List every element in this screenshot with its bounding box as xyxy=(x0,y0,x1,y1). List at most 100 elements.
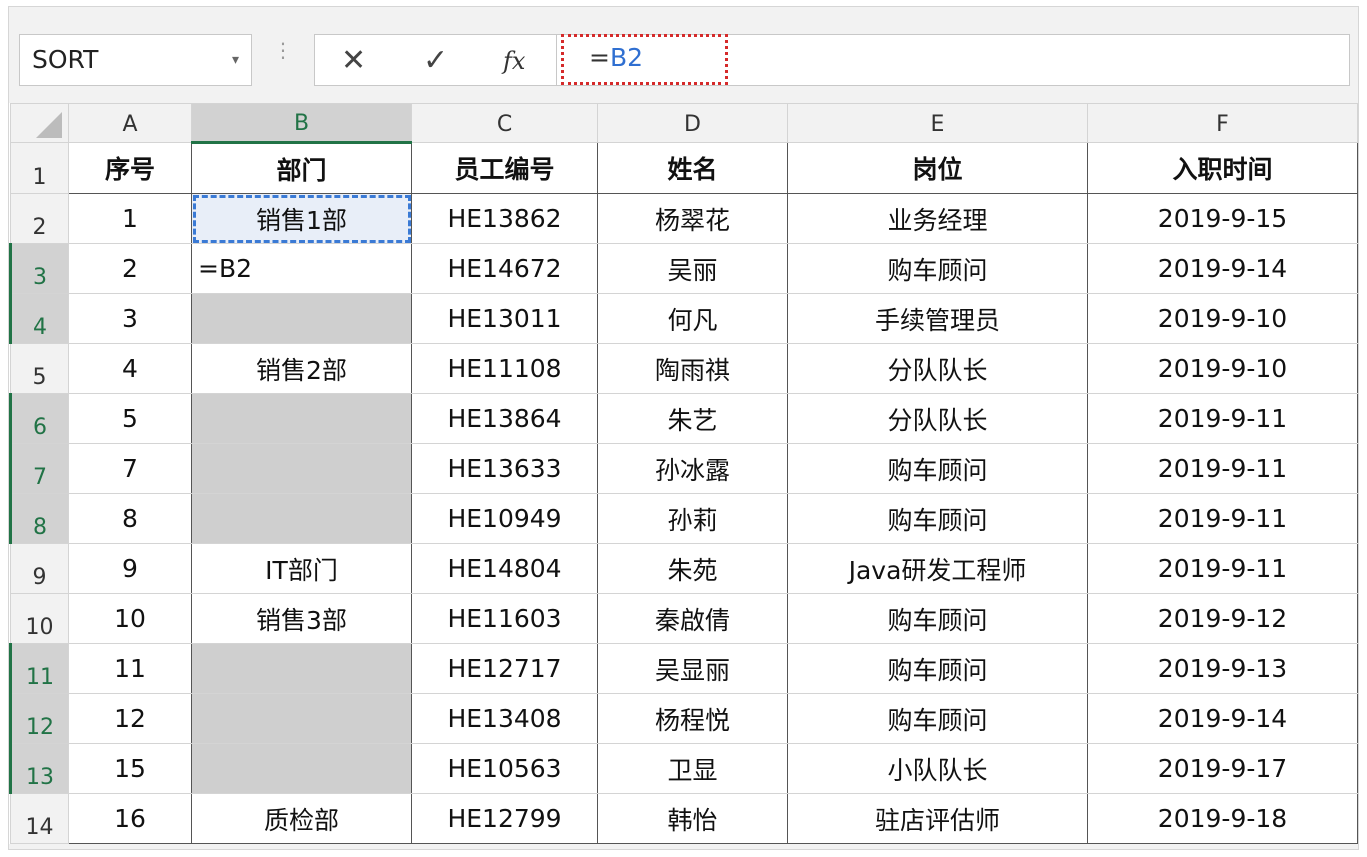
row-header[interactable]: 7 xyxy=(9,443,69,494)
cell[interactable]: 11 xyxy=(68,643,192,694)
cell[interactable]: 购车顾问 xyxy=(787,693,1088,744)
cell[interactable]: 1 xyxy=(68,193,192,244)
row-header[interactable]: 8 xyxy=(9,493,69,544)
cell[interactable]: 购车顾问 xyxy=(787,593,1088,644)
cell[interactable]: HE12799 xyxy=(411,793,598,844)
cell[interactable] xyxy=(191,493,412,544)
cell[interactable]: 分队队长 xyxy=(787,343,1088,394)
cell[interactable] xyxy=(191,743,412,794)
row-header[interactable]: 11 xyxy=(9,643,69,694)
row-header[interactable]: 9 xyxy=(10,543,69,594)
cell[interactable]: 2019-9-10 xyxy=(1087,343,1358,394)
cell[interactable]: 购车顾问 xyxy=(787,243,1088,294)
enter-icon[interactable]: ✓ xyxy=(423,41,448,81)
row-header[interactable]: 13 xyxy=(9,743,69,794)
cell[interactable] xyxy=(191,443,412,494)
column-header-a[interactable]: A xyxy=(68,103,192,143)
cell[interactable]: 分队队长 xyxy=(787,393,1088,444)
column-header-b[interactable]: B xyxy=(191,103,412,144)
cell[interactable]: 2019-9-17 xyxy=(1087,743,1358,794)
cell[interactable]: 12 xyxy=(68,693,192,744)
active-cell[interactable]: 销售1部 xyxy=(191,193,412,244)
cell[interactable]: HE13011 xyxy=(411,293,598,344)
cell[interactable]: 小队队长 xyxy=(787,743,1088,794)
cell[interactable]: 入职时间 xyxy=(1087,142,1358,194)
cell[interactable]: 8 xyxy=(68,493,192,544)
cell[interactable]: 何凡 xyxy=(597,293,788,344)
row-header[interactable]: 14 xyxy=(10,793,69,844)
name-box[interactable]: SORT ▾ xyxy=(19,34,252,86)
cell[interactable]: 购车顾问 xyxy=(787,443,1088,494)
column-header-e[interactable]: E xyxy=(787,103,1088,143)
cell[interactable]: 5 xyxy=(68,393,192,444)
cell[interactable]: 2019-9-12 xyxy=(1087,593,1358,644)
cell[interactable]: 吴丽 xyxy=(597,243,788,294)
cell[interactable]: 4 xyxy=(68,343,192,394)
cell[interactable] xyxy=(191,393,412,444)
row-header[interactable]: 12 xyxy=(9,693,69,744)
cell[interactable]: 驻店评估师 xyxy=(787,793,1088,844)
cell[interactable]: 杨程悦 xyxy=(597,693,788,744)
cell[interactable]: 手续管理员 xyxy=(787,293,1088,344)
row-header[interactable]: 3 xyxy=(9,243,69,294)
cell[interactable]: 2 xyxy=(68,243,192,294)
cell[interactable]: 2019-9-11 xyxy=(1087,443,1358,494)
column-header-d[interactable]: D xyxy=(597,103,788,143)
cell[interactable]: HE12717 xyxy=(411,643,598,694)
cell[interactable]: 姓名 xyxy=(597,142,788,194)
cell[interactable]: 陶雨祺 xyxy=(597,343,788,394)
cell[interactable]: 2019-9-13 xyxy=(1087,643,1358,694)
row-header[interactable]: 2 xyxy=(10,193,69,244)
editing-cell[interactable]: =B2 xyxy=(191,243,412,294)
select-all-corner[interactable] xyxy=(10,103,69,143)
cell[interactable]: HE13862 xyxy=(411,193,598,244)
cell[interactable]: 购车顾问 xyxy=(787,643,1088,694)
cell[interactable]: 序号 xyxy=(68,142,192,194)
cell[interactable]: 销售3部 xyxy=(191,593,412,644)
cell[interactable]: HE10949 xyxy=(411,493,598,544)
cell[interactable]: IT部门 xyxy=(191,543,412,594)
cell[interactable]: 朱艺 xyxy=(597,393,788,444)
cell[interactable]: 孙莉 xyxy=(597,493,788,544)
cell[interactable]: Java研发工程师 xyxy=(787,543,1088,594)
cell[interactable]: 10 xyxy=(68,593,192,644)
cell[interactable]: HE11108 xyxy=(411,343,598,394)
cell[interactable]: 卫显 xyxy=(597,743,788,794)
cell[interactable]: 7 xyxy=(68,443,192,494)
row-header[interactable]: 6 xyxy=(9,393,69,444)
cell[interactable]: 吴显丽 xyxy=(597,643,788,694)
row-header[interactable]: 10 xyxy=(10,593,69,644)
cell[interactable]: 业务经理 xyxy=(787,193,1088,244)
insert-function-icon[interactable]: fx xyxy=(503,41,525,81)
cell[interactable]: 购车顾问 xyxy=(787,493,1088,544)
cell[interactable]: 2019-9-14 xyxy=(1087,243,1358,294)
cell[interactable]: 岗位 xyxy=(787,142,1088,194)
cell[interactable]: 2019-9-10 xyxy=(1087,293,1358,344)
cell[interactable]: HE11603 xyxy=(411,593,598,644)
cell[interactable]: 16 xyxy=(68,793,192,844)
cell[interactable]: 朱苑 xyxy=(597,543,788,594)
cell[interactable]: 2019-9-11 xyxy=(1087,493,1358,544)
cell[interactable]: HE14804 xyxy=(411,543,598,594)
row-header[interactable]: 5 xyxy=(10,343,69,394)
cell[interactable]: 9 xyxy=(68,543,192,594)
drag-handle-icon[interactable]: ⋮ xyxy=(273,40,293,60)
cell[interactable]: 部门 xyxy=(191,142,412,194)
cell[interactable]: HE13633 xyxy=(411,443,598,494)
cell[interactable] xyxy=(191,293,412,344)
cell[interactable]: HE13864 xyxy=(411,393,598,444)
cell[interactable]: HE10563 xyxy=(411,743,598,794)
row-header[interactable]: 4 xyxy=(9,293,69,344)
column-header-c[interactable]: C xyxy=(411,103,598,143)
cell[interactable]: 员工编号 xyxy=(411,142,598,194)
cell[interactable]: HE13408 xyxy=(411,693,598,744)
cancel-icon[interactable]: ✕ xyxy=(341,41,366,81)
cell[interactable]: 2019-9-14 xyxy=(1087,693,1358,744)
cell[interactable]: 2019-9-15 xyxy=(1087,193,1358,244)
cell[interactable]: 2019-9-11 xyxy=(1087,543,1358,594)
cell[interactable]: 质检部 xyxy=(191,793,412,844)
chevron-down-icon[interactable]: ▾ xyxy=(232,35,239,85)
cell[interactable]: 韩怡 xyxy=(597,793,788,844)
cell[interactable]: 杨翠花 xyxy=(597,193,788,244)
cell[interactable]: 秦啟倩 xyxy=(597,593,788,644)
